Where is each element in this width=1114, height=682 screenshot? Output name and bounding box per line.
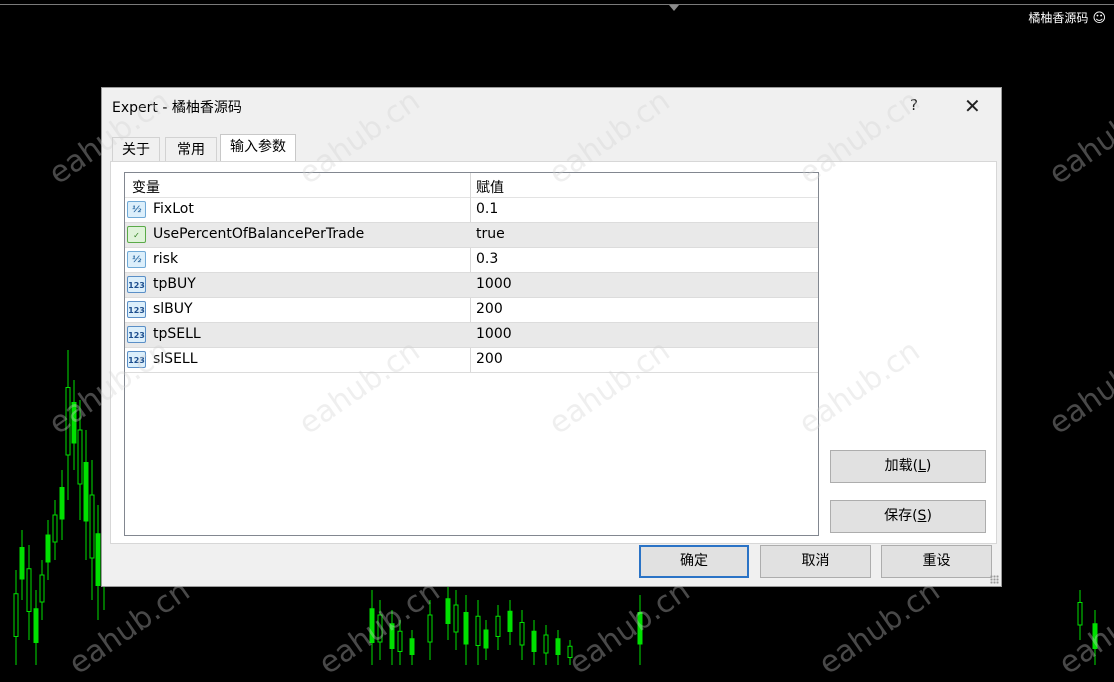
integer-icon: 123 bbox=[127, 326, 146, 343]
input-parameters-table[interactable]: 变量 赋值 ½ FixLot 0.1 ✓ UsePercentOfBalance… bbox=[124, 172, 819, 536]
candle-body bbox=[495, 615, 501, 637]
column-header-variable[interactable]: 变量 bbox=[132, 177, 160, 197]
candle-body bbox=[475, 615, 481, 646]
help-button[interactable]: ? bbox=[910, 96, 918, 114]
param-name: UsePercentOfBalancePerTrade bbox=[153, 226, 365, 242]
integer-icon: 123 bbox=[127, 301, 146, 318]
candle-body bbox=[377, 614, 383, 643]
table-row[interactable]: 123 tpBUY 1000 bbox=[125, 273, 818, 298]
param-value[interactable]: 200 bbox=[476, 301, 503, 317]
param-value[interactable]: 1000 bbox=[476, 276, 512, 292]
candle-body bbox=[543, 634, 549, 654]
candle-body bbox=[89, 494, 95, 559]
candle-body bbox=[52, 514, 58, 543]
candle-body bbox=[39, 574, 45, 603]
table-row[interactable]: 123 slSELL 200 bbox=[125, 348, 818, 373]
param-value[interactable]: true bbox=[476, 226, 505, 242]
save-button[interactable]: 保存(S) bbox=[830, 500, 986, 533]
resize-grip-icon[interactable] bbox=[990, 575, 999, 584]
fraction-icon: ½ bbox=[127, 251, 146, 268]
param-value[interactable]: 1000 bbox=[476, 326, 512, 342]
candle-body bbox=[45, 534, 51, 563]
candle-body bbox=[59, 487, 65, 520]
candle-body bbox=[77, 429, 83, 485]
candle-body bbox=[1092, 623, 1098, 649]
integer-icon: 123 bbox=[127, 276, 146, 293]
candle-body bbox=[19, 547, 25, 580]
param-name: FixLot bbox=[153, 201, 194, 217]
close-button[interactable]: ✕ bbox=[964, 94, 981, 118]
table-row[interactable]: ½ risk 0.3 bbox=[125, 248, 818, 273]
param-name: tpBUY bbox=[153, 276, 196, 292]
dialog-title: Expert - 橘柚香源码 bbox=[112, 100, 242, 116]
param-value[interactable]: 0.3 bbox=[476, 251, 498, 267]
table-row[interactable]: 123 slBUY 200 bbox=[125, 298, 818, 323]
candle-body bbox=[507, 610, 513, 632]
param-name: slSELL bbox=[153, 351, 198, 367]
candle-body bbox=[445, 598, 451, 624]
candle-body bbox=[369, 608, 375, 643]
integer-icon: 123 bbox=[127, 351, 146, 368]
candle-body bbox=[453, 604, 459, 633]
param-name: slBUY bbox=[153, 301, 193, 317]
candle-body bbox=[463, 612, 469, 645]
tab-common[interactable]: 常用 bbox=[165, 137, 217, 161]
load-button[interactable]: 加载(L) bbox=[830, 450, 986, 483]
candle-body bbox=[95, 533, 101, 586]
bool-icon: ✓ bbox=[127, 226, 146, 243]
candle-body bbox=[26, 568, 32, 612]
candle-body bbox=[483, 629, 489, 649]
candle-body bbox=[567, 645, 573, 658]
reset-button[interactable]: 重设 bbox=[881, 545, 992, 578]
expert-properties-dialog: Expert - 橘柚香源码 ? ✕ 关于 常用 输入参数 变量 赋值 ½ Fi… bbox=[101, 87, 1002, 587]
candle-body bbox=[531, 630, 537, 652]
candle-body bbox=[397, 630, 403, 652]
table-row[interactable]: 123 tpSELL 1000 bbox=[125, 323, 818, 348]
tab-about[interactable]: 关于 bbox=[112, 137, 160, 161]
candle-body bbox=[427, 614, 433, 643]
candle-body bbox=[71, 402, 77, 444]
candle-body bbox=[33, 608, 39, 643]
table-row[interactable]: ✓ UsePercentOfBalancePerTrade true bbox=[125, 223, 818, 248]
candle-body bbox=[637, 612, 643, 645]
param-value[interactable]: 200 bbox=[476, 351, 503, 367]
candle-body bbox=[519, 622, 525, 646]
fraction-icon: ½ bbox=[127, 201, 146, 218]
cancel-button[interactable]: 取消 bbox=[760, 545, 871, 578]
candle-body bbox=[13, 593, 19, 637]
param-value[interactable]: 0.1 bbox=[476, 201, 498, 217]
param-name: risk bbox=[153, 251, 179, 267]
param-name: tpSELL bbox=[153, 326, 201, 342]
candle-body bbox=[1077, 602, 1083, 626]
table-header: 变量 赋值 bbox=[125, 173, 818, 198]
ok-button[interactable]: 确定 bbox=[639, 545, 749, 578]
candle-body bbox=[83, 462, 89, 522]
tab-inputs[interactable]: 输入参数 bbox=[220, 134, 296, 161]
table-row[interactable]: ½ FixLot 0.1 bbox=[125, 198, 818, 223]
candle-body bbox=[555, 638, 561, 655]
candle-body bbox=[65, 387, 71, 456]
candle-body bbox=[389, 623, 395, 649]
candle-body bbox=[409, 638, 415, 655]
column-header-value[interactable]: 赋值 bbox=[476, 177, 504, 197]
